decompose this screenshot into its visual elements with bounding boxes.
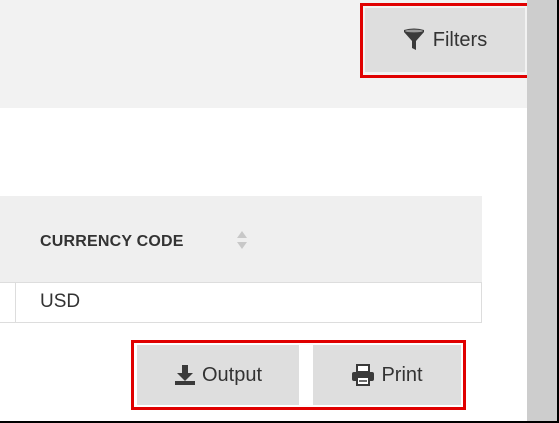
print-label: Print [381,363,423,386]
filters-label: Filters [432,28,488,51]
currency-code-cell: USD [40,291,81,312]
column-header-currency-code[interactable]: CURRENCY CODE [40,233,184,251]
output-button[interactable]: Output [137,345,299,405]
column-divider [15,282,16,323]
output-label: Output [201,363,263,386]
print-button[interactable]: Print [313,345,461,405]
download-icon [174,364,196,386]
filter-funnel-icon [403,28,425,52]
app-frame: Filters CURRENCY CODE USD Output Print [0,0,559,423]
vertical-scrollbar[interactable] [527,0,557,421]
printer-icon [351,364,375,386]
sort-both-icon[interactable] [236,230,248,255]
filters-button[interactable]: Filters [365,8,525,72]
